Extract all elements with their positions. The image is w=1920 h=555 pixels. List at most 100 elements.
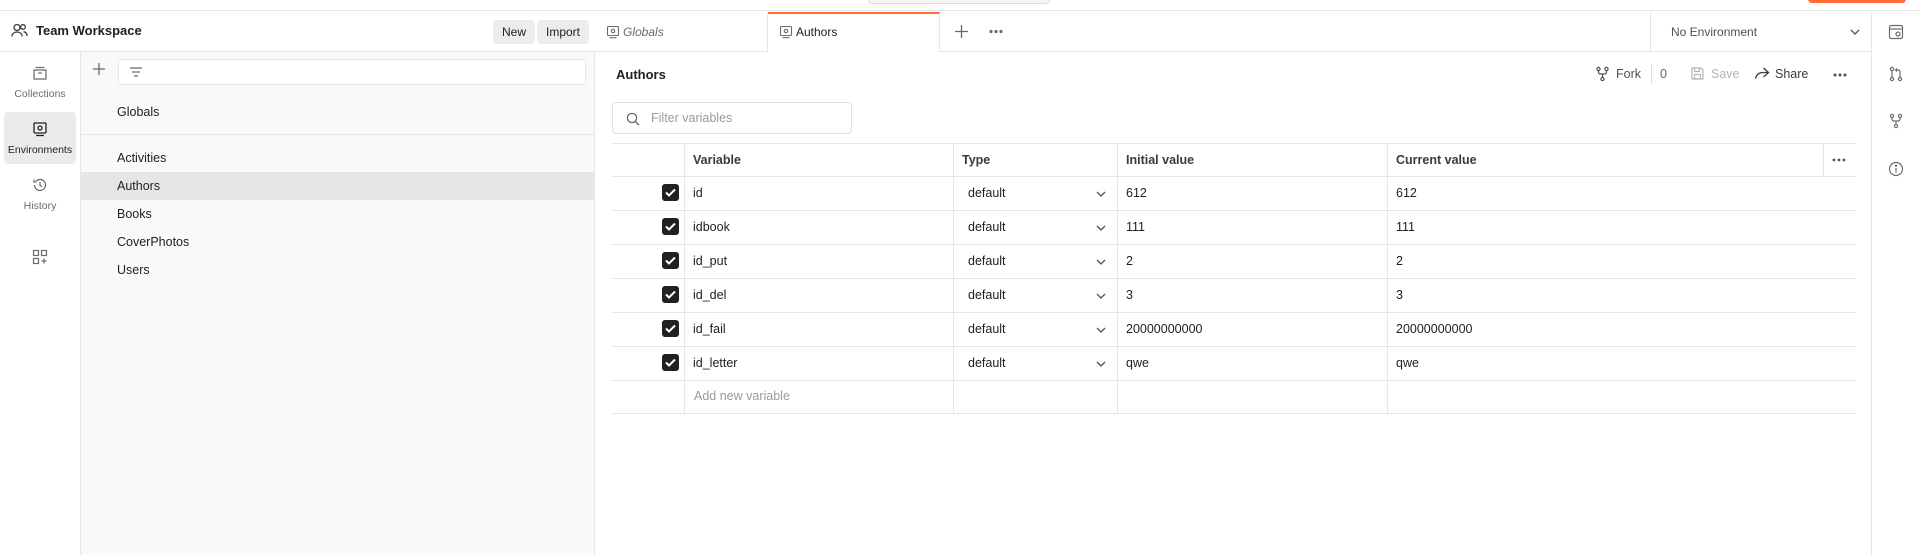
team-icon [11,23,28,38]
column-header-type: Type [962,153,991,167]
pull-request-icon[interactable] [1888,66,1904,82]
new-button[interactable]: New [493,20,536,44]
type-select[interactable]: default [955,210,1117,244]
type-select-value: default [968,356,1006,370]
share-button[interactable]: Share [1754,66,1812,84]
variable-name-cell[interactable]: id_del [684,278,953,312]
filter-icon [129,66,143,78]
rail-collections[interactable]: Collections [4,56,76,108]
divider [81,134,595,135]
share-icon [1754,66,1770,81]
tab-globals[interactable]: Globals [595,12,768,52]
rail-environments[interactable]: Environments [4,112,76,164]
current-value-cell[interactable]: 612 [1387,176,1823,210]
variable-name-cell[interactable]: id_letter [684,346,953,380]
tab-globals-label: Globals [623,25,664,39]
history-icon [31,176,49,194]
fork-icon [1595,66,1610,82]
initial-value-cell[interactable]: 3 [1117,278,1387,312]
rail-add-apps[interactable] [4,240,76,274]
environments-icon [31,120,49,138]
new-tab-icon[interactable] [954,24,969,39]
environment-title: Authors [616,67,666,82]
add-environment-icon[interactable] [92,62,106,76]
variable-name-cell[interactable]: id_fail [684,312,953,346]
top-search-pill[interactable] [868,0,1050,4]
chevron-down-icon [1095,290,1107,302]
row-enabled-checkbox[interactable] [662,354,679,371]
column-header-initial-value: Initial value [1126,153,1195,167]
variable-name-cell[interactable]: id_put [684,244,953,278]
more-tabs-icon[interactable] [988,24,1004,39]
fork-button[interactable]: Fork [1595,66,1645,84]
save-label: Save [1711,67,1740,81]
type-select[interactable]: default [955,312,1117,346]
initial-value-cell[interactable]: 111 [1117,210,1387,244]
filter-variables-input[interactable] [649,109,845,127]
top-strip [0,0,1920,11]
filter-variables-field[interactable] [612,102,852,134]
add-new-variable-input[interactable]: Add new variable [685,380,953,412]
rail-history[interactable]: History [4,168,76,220]
type-select-value: default [968,322,1006,336]
table-border [612,413,1856,414]
search-icon [626,112,640,126]
current-value-cell[interactable]: 111 [1387,210,1823,244]
type-select[interactable]: default [955,244,1117,278]
current-value-cell[interactable]: 2 [1387,244,1823,278]
environment-quick-look-icon[interactable] [1888,24,1904,40]
chevron-down-icon [1095,188,1107,200]
row-enabled-checkbox[interactable] [662,252,679,269]
environment-item-users[interactable]: Users [81,256,595,284]
type-select[interactable]: default [955,346,1117,380]
share-label: Share [1775,67,1809,81]
left-rail: Collections Environments History [0,52,81,555]
environment-icon [606,25,620,39]
chevron-down-icon [1095,256,1107,268]
initial-value-cell[interactable]: 20000000000 [1117,312,1387,346]
environment-selector[interactable]: No Environment [1650,12,1871,52]
fork-count: 0 [1660,67,1667,81]
table-options-icon[interactable] [1824,144,1854,176]
initial-value-cell[interactable]: 612 [1117,176,1387,210]
environment-globals[interactable]: Globals [81,98,595,126]
current-value-cell[interactable]: 20000000000 [1387,312,1823,346]
chevron-down-icon [1095,324,1107,336]
more-actions-icon[interactable] [1832,68,1850,82]
save-button[interactable]: Save [1690,66,1742,84]
environment-filter-input[interactable] [118,59,586,85]
table-border [953,143,954,413]
initial-value-cell[interactable]: 2 [1117,244,1387,278]
row-enabled-checkbox[interactable] [662,218,679,235]
environment-item-activities[interactable]: Activities [81,144,595,172]
variable-name-cell[interactable]: id [684,176,953,210]
environment-item-coverphotos[interactable]: CoverPhotos [81,228,595,256]
info-icon[interactable] [1888,161,1904,177]
chevron-down-icon [1095,222,1107,234]
divider [1651,64,1652,84]
environment-item-authors[interactable]: Authors [81,172,595,200]
save-icon [1690,66,1705,81]
type-select-value: default [968,254,1006,268]
environment-item-books[interactable]: Books [81,200,595,228]
column-header-variable: Variable [693,153,741,167]
type-select[interactable]: default [955,278,1117,312]
row-enabled-checkbox[interactable] [662,286,679,303]
fork-icon[interactable] [1888,113,1904,129]
right-rail [1871,12,1920,555]
type-select[interactable]: default [955,176,1117,210]
workspace-header: Team Workspace New Import [0,12,595,52]
current-value-cell[interactable]: 3 [1387,278,1823,312]
chevron-down-icon [1849,26,1861,38]
current-value-cell[interactable]: qwe [1387,346,1823,380]
initial-value-cell[interactable]: qwe [1117,346,1387,380]
row-enabled-checkbox[interactable] [662,184,679,201]
row-enabled-checkbox[interactable] [662,320,679,337]
type-select-value: default [968,186,1006,200]
top-accent-button[interactable] [1808,0,1906,3]
rail-environments-label: Environments [7,144,73,156]
import-button[interactable]: Import [537,20,590,44]
workspace-title: Team Workspace [36,23,142,38]
variable-name-cell[interactable]: idbook [684,210,953,244]
tab-authors[interactable]: Authors [768,12,940,52]
